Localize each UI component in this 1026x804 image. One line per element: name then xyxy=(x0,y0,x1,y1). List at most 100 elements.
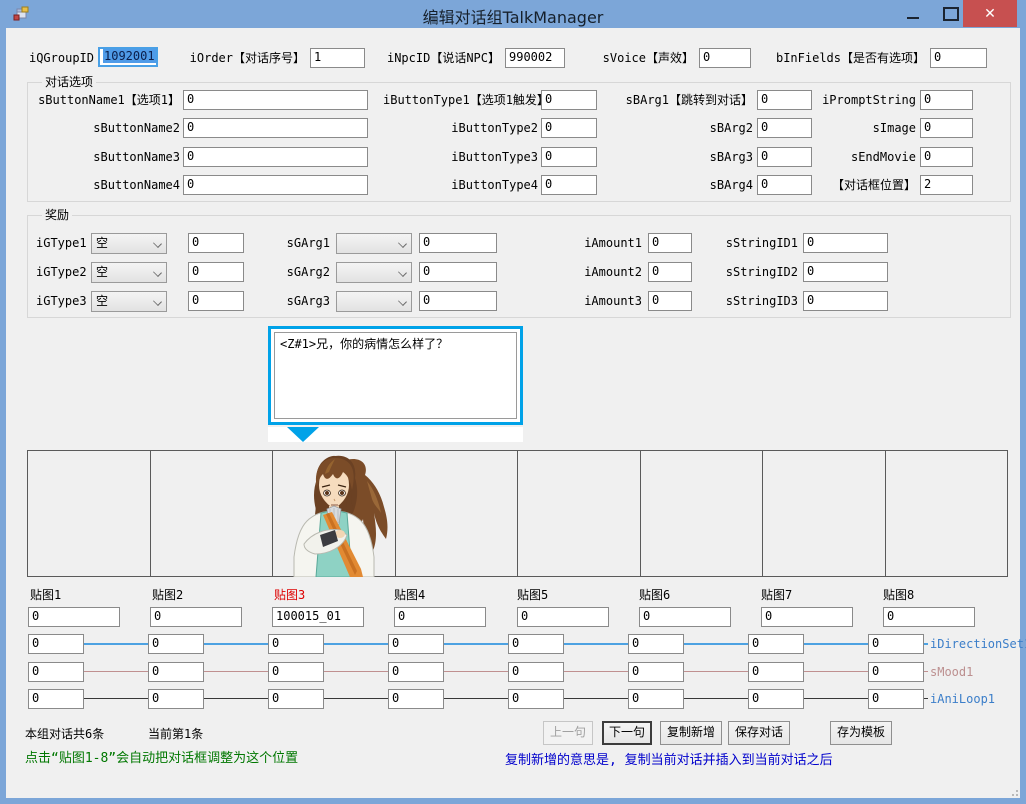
mood-input-4[interactable]: 0 xyxy=(388,662,444,682)
dialog-options-title: 对话选项 xyxy=(42,75,97,89)
iorder-input[interactable]: 1 xyxy=(310,48,365,68)
iqgroupid-label: iQGroupID xyxy=(28,51,94,65)
sendmovie-input[interactable]: 0 xyxy=(920,147,973,167)
ipromptstring-input[interactable]: 0 xyxy=(920,90,973,110)
direction-input-3[interactable]: 0 xyxy=(268,634,324,654)
sbuttonname4-input[interactable]: 0 xyxy=(183,175,368,195)
dialog-text-input[interactable]: <Z#1>兄，你的病情怎么样了？ xyxy=(274,332,517,419)
iamount1-input[interactable]: 0 xyxy=(648,233,692,253)
igtype1-dropdown[interactable]: 空 xyxy=(91,233,167,254)
sbuttonname2-input[interactable]: 0 xyxy=(183,118,368,138)
ibuttontype1-input[interactable]: 0 xyxy=(541,90,597,110)
direction-input-7[interactable]: 0 xyxy=(748,634,804,654)
sgarg1-dropdown[interactable] xyxy=(336,233,412,254)
sbuttonname1-input[interactable]: 0 xyxy=(183,90,368,110)
aniloop-input-6[interactable]: 0 xyxy=(628,689,684,709)
mood-input-5[interactable]: 0 xyxy=(508,662,564,682)
igtype1-num-input[interactable]: 0 xyxy=(188,233,244,253)
ibuttontype4-input[interactable]: 0 xyxy=(541,175,597,195)
texture4-label[interactable]: 贴图4 xyxy=(394,588,425,602)
binfields-input[interactable]: 0 xyxy=(930,48,987,68)
minimize-icon xyxy=(907,16,919,19)
portrait-cell-5[interactable] xyxy=(518,451,641,576)
igtype3-dropdown-value: 空 xyxy=(96,294,109,308)
igtype3-dropdown[interactable]: 空 xyxy=(91,291,167,312)
sgarg3-num-input[interactable]: 0 xyxy=(419,291,497,311)
mood-input-7[interactable]: 0 xyxy=(748,662,804,682)
aniloop-input-1[interactable]: 0 xyxy=(28,689,84,709)
texture8-input[interactable]: 0 xyxy=(883,607,975,627)
direction-input-5[interactable]: 0 xyxy=(508,634,564,654)
texture1-input[interactable]: 0 xyxy=(28,607,120,627)
texture5-input[interactable]: 0 xyxy=(517,607,609,627)
direction-input-6[interactable]: 0 xyxy=(628,634,684,654)
sgarg3-dropdown[interactable] xyxy=(336,291,412,312)
texture5-label[interactable]: 贴图5 xyxy=(517,588,548,602)
iamount3-input[interactable]: 0 xyxy=(648,291,692,311)
direction-input-1[interactable]: 0 xyxy=(28,634,84,654)
inpcid-input[interactable]: 990002 xyxy=(505,48,565,68)
aniloop-input-3[interactable]: 0 xyxy=(268,689,324,709)
texture2-label[interactable]: 贴图2 xyxy=(152,588,183,602)
direction-input-2[interactable]: 0 xyxy=(148,634,204,654)
iamount3-label: iAmount3 xyxy=(584,294,642,308)
aniloop-input-5[interactable]: 0 xyxy=(508,689,564,709)
sstringid2-label: sStringID2 xyxy=(725,265,798,279)
portrait-cell-2[interactable] xyxy=(151,451,273,576)
portrait-cell-7[interactable] xyxy=(763,451,886,576)
aniloop-input-2[interactable]: 0 xyxy=(148,689,204,709)
sgarg2-dropdown[interactable] xyxy=(336,262,412,283)
iamount2-input[interactable]: 0 xyxy=(648,262,692,282)
copy-add-button[interactable]: 复制新增 xyxy=(660,721,722,745)
sbuttonname3-input[interactable]: 0 xyxy=(183,147,368,167)
mood-input-8[interactable]: 0 xyxy=(868,662,924,682)
texture2-input[interactable]: 0 xyxy=(150,607,242,627)
aniloop-input-4[interactable]: 0 xyxy=(388,689,444,709)
sstringid3-input[interactable]: 0 xyxy=(803,291,888,311)
texture7-input[interactable]: 0 xyxy=(761,607,853,627)
portrait-cell-8[interactable] xyxy=(886,451,1008,576)
mood-input-6[interactable]: 0 xyxy=(628,662,684,682)
aniloop-input-7[interactable]: 0 xyxy=(748,689,804,709)
sgarg2-num-input[interactable]: 0 xyxy=(419,262,497,282)
resize-grip[interactable] xyxy=(1008,786,1018,796)
portrait-cell-6[interactable] xyxy=(641,451,763,576)
igtype3-num-input[interactable]: 0 xyxy=(188,291,244,311)
mood-input-1[interactable]: 0 xyxy=(28,662,84,682)
minimize-button[interactable] xyxy=(898,0,928,27)
igtype2-dropdown[interactable]: 空 xyxy=(91,262,167,283)
texture8-label[interactable]: 贴图8 xyxy=(883,588,914,602)
ibuttontype3-input[interactable]: 0 xyxy=(541,147,597,167)
sgarg1-num-input[interactable]: 0 xyxy=(419,233,497,253)
texture3-input[interactable]: 100015_01 xyxy=(272,607,364,627)
mood-input-3[interactable]: 0 xyxy=(268,662,324,682)
texture6-input[interactable]: 0 xyxy=(639,607,731,627)
texture1-label[interactable]: 贴图1 xyxy=(30,588,61,602)
save-as-template-button[interactable]: 存为模板 xyxy=(830,721,892,745)
igtype2-num-input[interactable]: 0 xyxy=(188,262,244,282)
sstringid1-input[interactable]: 0 xyxy=(803,233,888,253)
next-sentence-button[interactable]: 下一句 xyxy=(602,721,652,745)
portrait-grid xyxy=(27,450,1008,577)
texture4-input[interactable]: 0 xyxy=(394,607,486,627)
dialog-position-input[interactable]: 2 xyxy=(920,175,973,195)
ibuttontype2-input[interactable]: 0 xyxy=(541,118,597,138)
sstringid2-input[interactable]: 0 xyxy=(803,262,888,282)
save-dialog-button[interactable]: 保存对话 xyxy=(728,721,790,745)
iqgroupid-input[interactable]: 1092001 xyxy=(98,47,158,67)
texture3-label[interactable]: 贴图3 xyxy=(274,588,305,602)
previous-sentence-button[interactable]: 上一句 xyxy=(543,721,593,745)
simage-input[interactable]: 0 xyxy=(920,118,973,138)
maximize-button[interactable] xyxy=(936,0,966,27)
sendmovie-label: sEndMovie xyxy=(850,150,916,164)
direction-input-4[interactable]: 0 xyxy=(388,634,444,654)
mood-input-2[interactable]: 0 xyxy=(148,662,204,682)
texture6-label[interactable]: 贴图6 xyxy=(639,588,670,602)
aniloop-input-8[interactable]: 0 xyxy=(868,689,924,709)
portrait-cell-4[interactable] xyxy=(396,451,518,576)
texture7-label[interactable]: 贴图7 xyxy=(761,588,792,602)
svoice-input[interactable]: 0 xyxy=(699,48,751,68)
direction-input-8[interactable]: 0 xyxy=(868,634,924,654)
portrait-cell-1[interactable] xyxy=(28,451,151,576)
close-button[interactable]: ✕ xyxy=(963,0,1017,27)
